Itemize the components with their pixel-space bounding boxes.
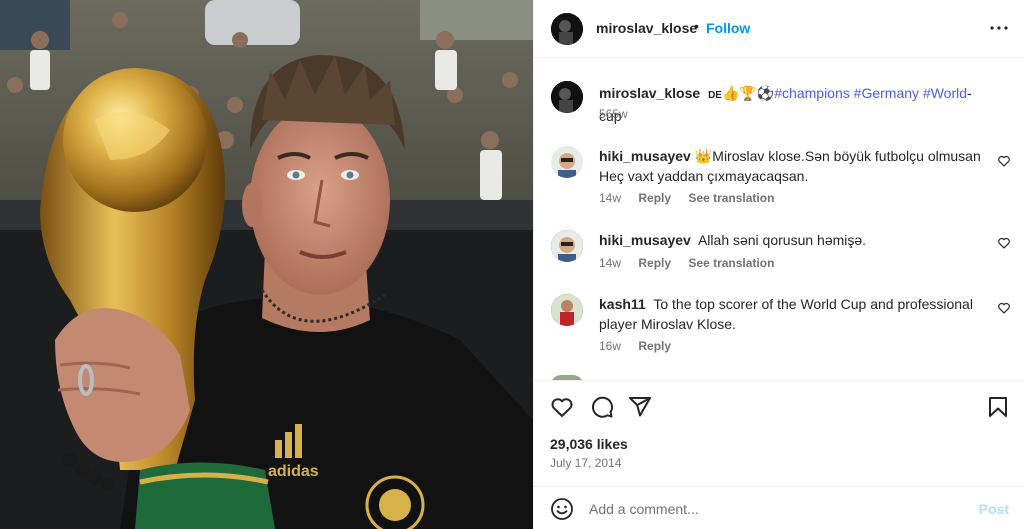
hashtag-germany[interactable]: #Germany bbox=[854, 85, 919, 101]
caption-time[interactable]: 565w bbox=[599, 107, 628, 121]
reply-button[interactable]: Reply bbox=[638, 191, 671, 205]
paper-plane-icon[interactable] bbox=[628, 395, 652, 419]
likes-count[interactable]: 29,036 likes bbox=[550, 436, 628, 452]
germany-flag: DE bbox=[708, 90, 722, 101]
comment-username[interactable]: hiki_musayev bbox=[599, 232, 691, 248]
comment-meta: 14w Reply See translation bbox=[599, 256, 788, 270]
comment-time[interactable]: 16w bbox=[599, 339, 621, 353]
post-image: adidas bbox=[0, 0, 533, 529]
separator-dot: • bbox=[694, 18, 699, 34]
post-photo[interactable]: adidas bbox=[0, 0, 533, 529]
see-translation-button[interactable]: See translation bbox=[688, 191, 774, 205]
crown-emoji: 👑 bbox=[694, 148, 713, 164]
author-avatar[interactable] bbox=[551, 13, 583, 45]
comment-text: To the top scorer of the World Cup and p… bbox=[599, 296, 973, 332]
heart-icon[interactable] bbox=[550, 395, 574, 419]
commenter-avatar[interactable] bbox=[551, 294, 583, 326]
comment-bubble-icon[interactable] bbox=[590, 395, 614, 419]
follow-button[interactable]: Follow bbox=[706, 20, 750, 36]
post-details-panel: miroslav_klose • Follow miroslav_klose D… bbox=[533, 0, 1024, 529]
post-header: miroslav_klose • Follow bbox=[534, 0, 1024, 58]
post-actions bbox=[534, 380, 1024, 432]
post-comment-button[interactable]: Post bbox=[979, 501, 1009, 517]
reply-button[interactable]: Reply bbox=[638, 339, 671, 353]
comment-like-icon[interactable] bbox=[997, 236, 1011, 250]
comment-like-icon[interactable] bbox=[997, 301, 1011, 315]
add-comment-bar: Post bbox=[534, 486, 1024, 529]
see-translation-button[interactable]: See translation bbox=[688, 256, 774, 270]
comment-input[interactable] bbox=[589, 498, 959, 520]
bookmark-icon[interactable] bbox=[986, 395, 1010, 419]
smiley-icon[interactable] bbox=[550, 497, 574, 521]
comment-username[interactable]: kash11 bbox=[599, 296, 646, 312]
comments-list[interactable]: miroslav_klose DE👍🏆⚽#champions #Germany … bbox=[534, 58, 1024, 380]
comment-text: Allah səni qorusun həmişə. bbox=[697, 232, 867, 248]
caption-username[interactable]: miroslav_klose bbox=[599, 85, 700, 101]
commenter-avatar[interactable] bbox=[551, 230, 583, 262]
author-username[interactable]: miroslav_klose bbox=[596, 20, 697, 36]
comment-time[interactable]: 14w bbox=[599, 191, 621, 205]
comment-time[interactable]: 14w bbox=[599, 256, 621, 270]
svg-text:adidas: adidas bbox=[268, 463, 319, 480]
hashtag-champions[interactable]: #champions bbox=[774, 85, 850, 101]
comment-like-icon[interactable] bbox=[997, 154, 1011, 168]
caption-emojis: 👍🏆⚽ bbox=[721, 85, 775, 101]
caption-avatar[interactable] bbox=[551, 81, 583, 113]
reply-button[interactable]: Reply bbox=[638, 256, 671, 270]
post-date[interactable]: July 17, 2014 bbox=[550, 456, 621, 470]
commenter-avatar[interactable] bbox=[551, 146, 583, 178]
hashtag-world[interactable]: #World bbox=[923, 85, 967, 101]
comment-meta: 16w Reply bbox=[599, 339, 685, 353]
comment-username[interactable]: hiki_musayev bbox=[599, 148, 691, 164]
comment-meta: 14w Reply See translation bbox=[599, 191, 788, 205]
more-options-icon[interactable] bbox=[987, 16, 1011, 40]
caption-meta: 565w bbox=[599, 107, 642, 121]
